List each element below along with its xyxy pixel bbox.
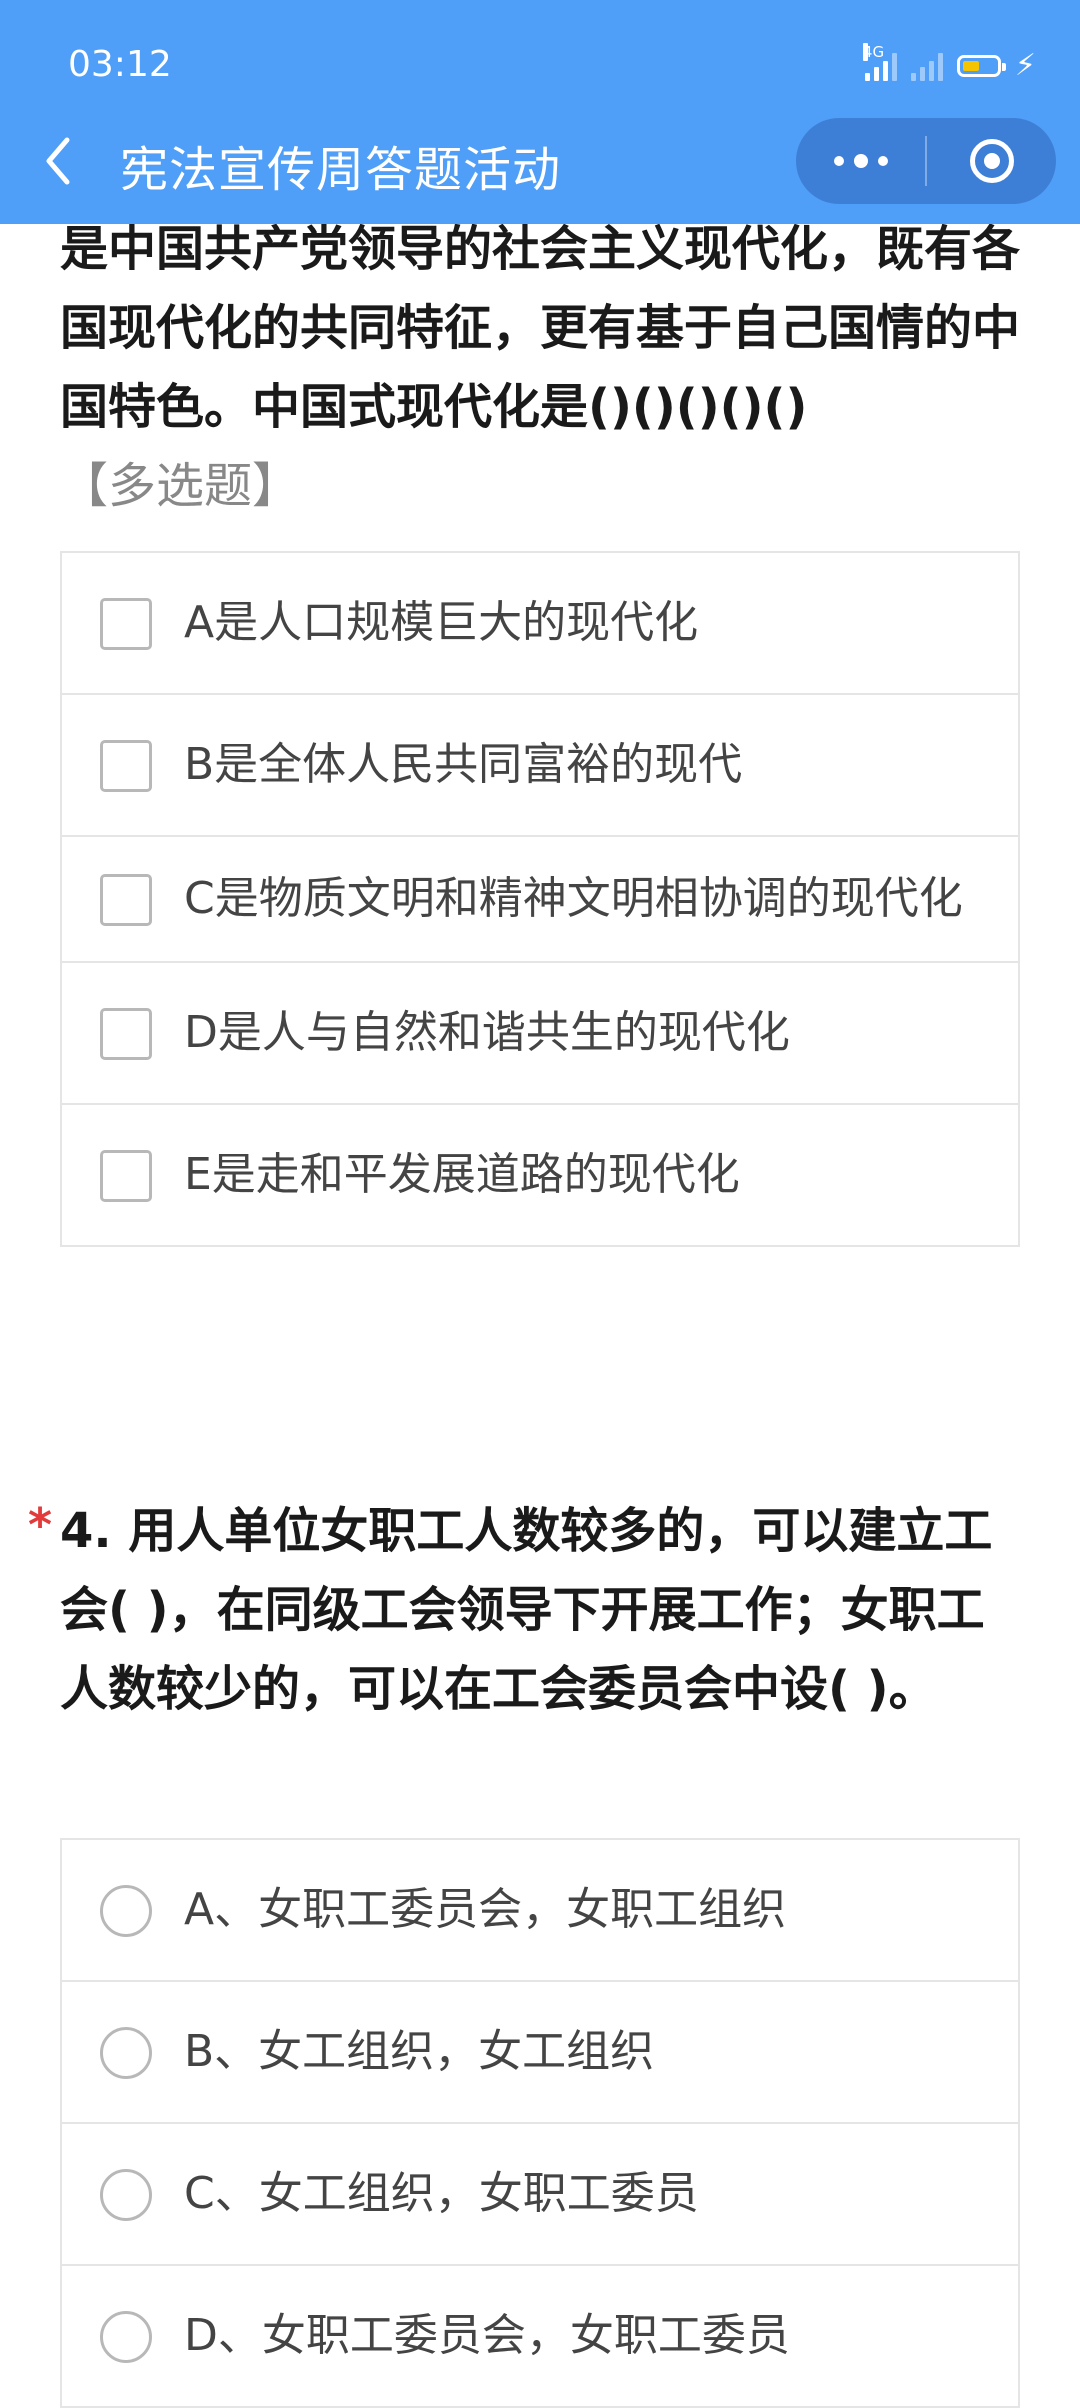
option-label: D、女职工委员会，女职工委员 [184,2310,790,2361]
radio-button[interactable] [100,1885,152,1937]
chevron-left-icon [46,137,70,185]
status-time: 03:12 [68,44,172,85]
target-close-icon [969,139,1014,183]
more-dots-icon [833,156,844,166]
signal-4g-icon: 4G [862,43,897,81]
back-button[interactable] [36,128,80,194]
option-d-checkbox-row[interactable]: D是人与自然和谐共生的现代化 [62,961,1018,1103]
option-c-checkbox-row[interactable]: C是物质文明和精神文明相协调的现代化 [62,835,1018,961]
question-4-text: 4. 用人单位女职工人数较多的，可以建立工会( )，在同级工会领导下开展工作；女… [60,1503,993,1717]
option-d-radio-row[interactable]: D、女职工委员会，女职工委员 [62,2264,1018,2406]
network-label: 4G [862,43,885,61]
charging-bolt-icon: ⚡ [1014,48,1036,83]
signal-no-sim-icon [910,51,943,81]
question-3-options: A是人口规模巨大的现代化 B是全体人民共同富裕的现代 C是物质文明和精神文明相协… [60,551,1020,1247]
option-a-checkbox-row[interactable]: A是人口规模巨大的现代化 [62,553,1018,693]
option-e-checkbox-row[interactable]: E是走和平发展道路的现代化 [62,1103,1018,1245]
question-4-options: A、女职工委员会，女职工组织 B、女工组织，女工组织 C、女工组织，女职工委员 … [60,1838,1020,2408]
radio-button[interactable] [100,2311,152,2363]
question-3-text: 是中国共产党领导的社会主义现代化，既有各国现代化的共同特征，更有基于自己国情的中… [60,210,1020,526]
checkbox[interactable] [100,1150,152,1202]
required-mark: * [28,1498,53,1552]
page-title: 宪法宣传周答题活动 [120,142,562,198]
mini-program-capsule [796,118,1056,204]
option-c-radio-row[interactable]: C、女工组织，女职工委员 [62,2122,1018,2264]
option-label: B是全体人民共同富裕的现代 [184,739,743,790]
top-bar: 03:12 4G ⚡ 宪法宣传周答题活动 [0,0,1080,224]
more-button[interactable] [796,118,925,204]
checkbox[interactable] [100,874,152,926]
status-icons: 4G ⚡ [862,43,1036,86]
checkbox[interactable] [100,598,152,650]
question-type-tag: 【多选题】 [60,458,301,514]
option-b-radio-row[interactable]: B、女工组织，女工组织 [62,1980,1018,2122]
option-label: C、女工组织，女职工委员 [184,2168,699,2219]
option-a-radio-row[interactable]: A、女职工委员会，女职工组织 [62,1840,1018,1980]
radio-button[interactable] [100,2169,152,2221]
radio-button[interactable] [100,2027,152,2079]
option-label: B、女工组织，女工组织 [184,2026,655,2077]
option-label: A、女职工委员会，女职工组织 [184,1884,787,1935]
option-label: D是人与自然和谐共生的现代化 [184,1007,790,1058]
checkbox[interactable] [100,1008,152,1060]
option-b-checkbox-row[interactable]: B是全体人民共同富裕的现代 [62,693,1018,835]
checkbox[interactable] [100,740,152,792]
battery-low-icon [956,55,1006,77]
option-label: C是物质文明和精神文明相协调的现代化 [184,873,963,924]
option-label: E是走和平发展道路的现代化 [184,1149,740,1200]
option-label: A是人口规模巨大的现代化 [184,597,699,648]
close-mini-program-button[interactable] [927,118,1056,204]
question-3-body: 是中国共产党领导的社会主义现代化，既有各国现代化的共同特征，更有基于自己国情的中… [60,221,1021,435]
